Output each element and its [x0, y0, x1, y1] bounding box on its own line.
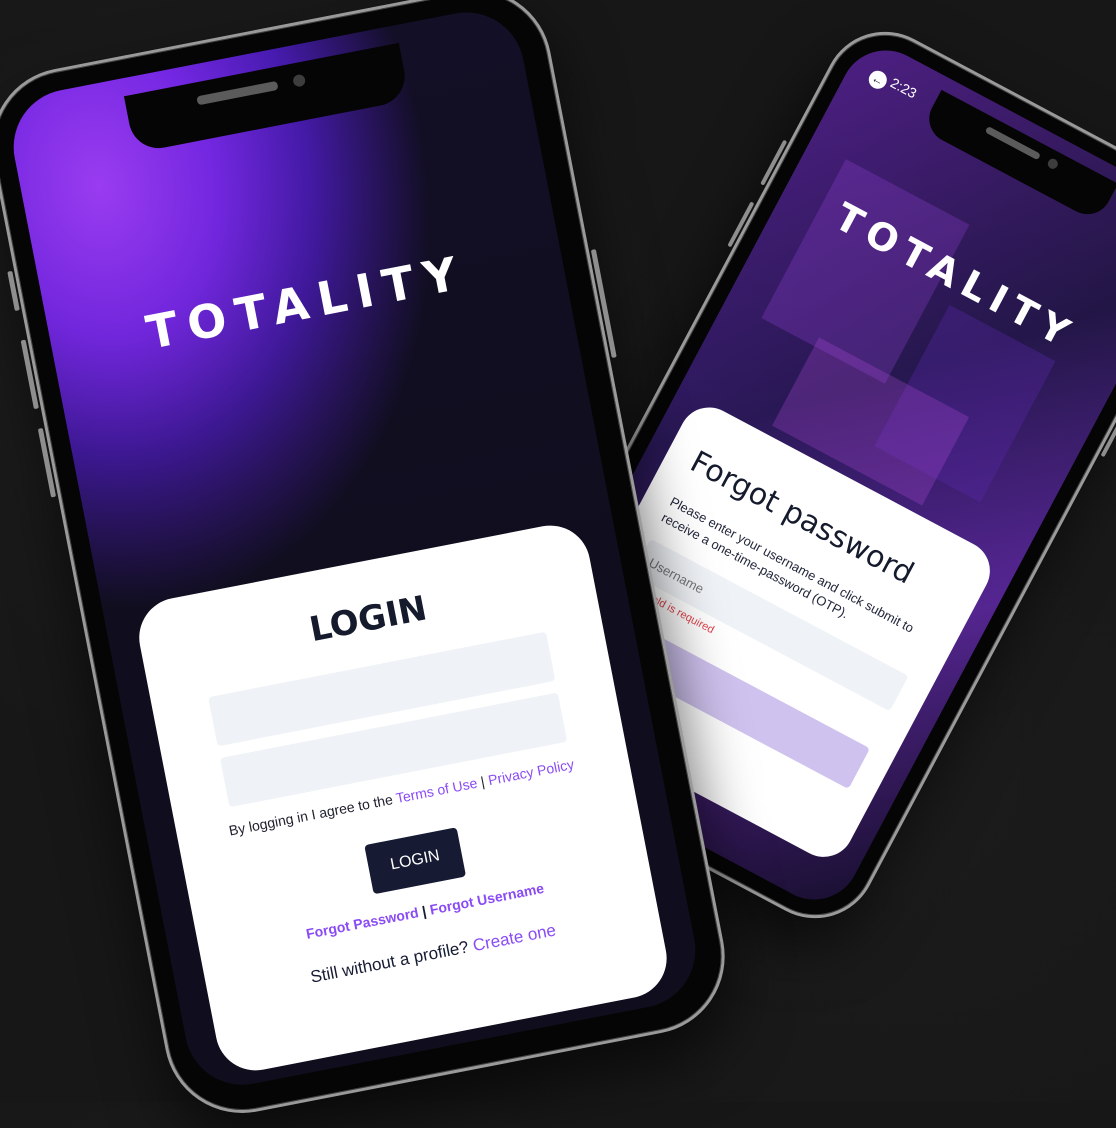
forgot-username-link[interactable]: Forgot Username: [428, 880, 545, 918]
login-card: LOGIN By logging in I agree to the Terms…: [132, 518, 674, 1078]
forgot-password-link[interactable]: Forgot Password: [305, 904, 420, 942]
terms-of-use-link[interactable]: Terms of Use: [395, 775, 479, 806]
privacy-policy-link[interactable]: Privacy Policy: [487, 756, 576, 788]
login-button[interactable]: LOGIN: [364, 827, 466, 895]
login-phone: TOTALITY LOGIN By logging in I agree to …: [0, 0, 739, 1127]
create-account-link[interactable]: Create one: [471, 920, 557, 955]
brand-logo: TOTALITY: [141, 244, 472, 360]
login-screen: TOTALITY LOGIN By logging in I agree to …: [3, 2, 706, 1095]
signup-prompt-text: Still without a profile?: [308, 936, 475, 987]
